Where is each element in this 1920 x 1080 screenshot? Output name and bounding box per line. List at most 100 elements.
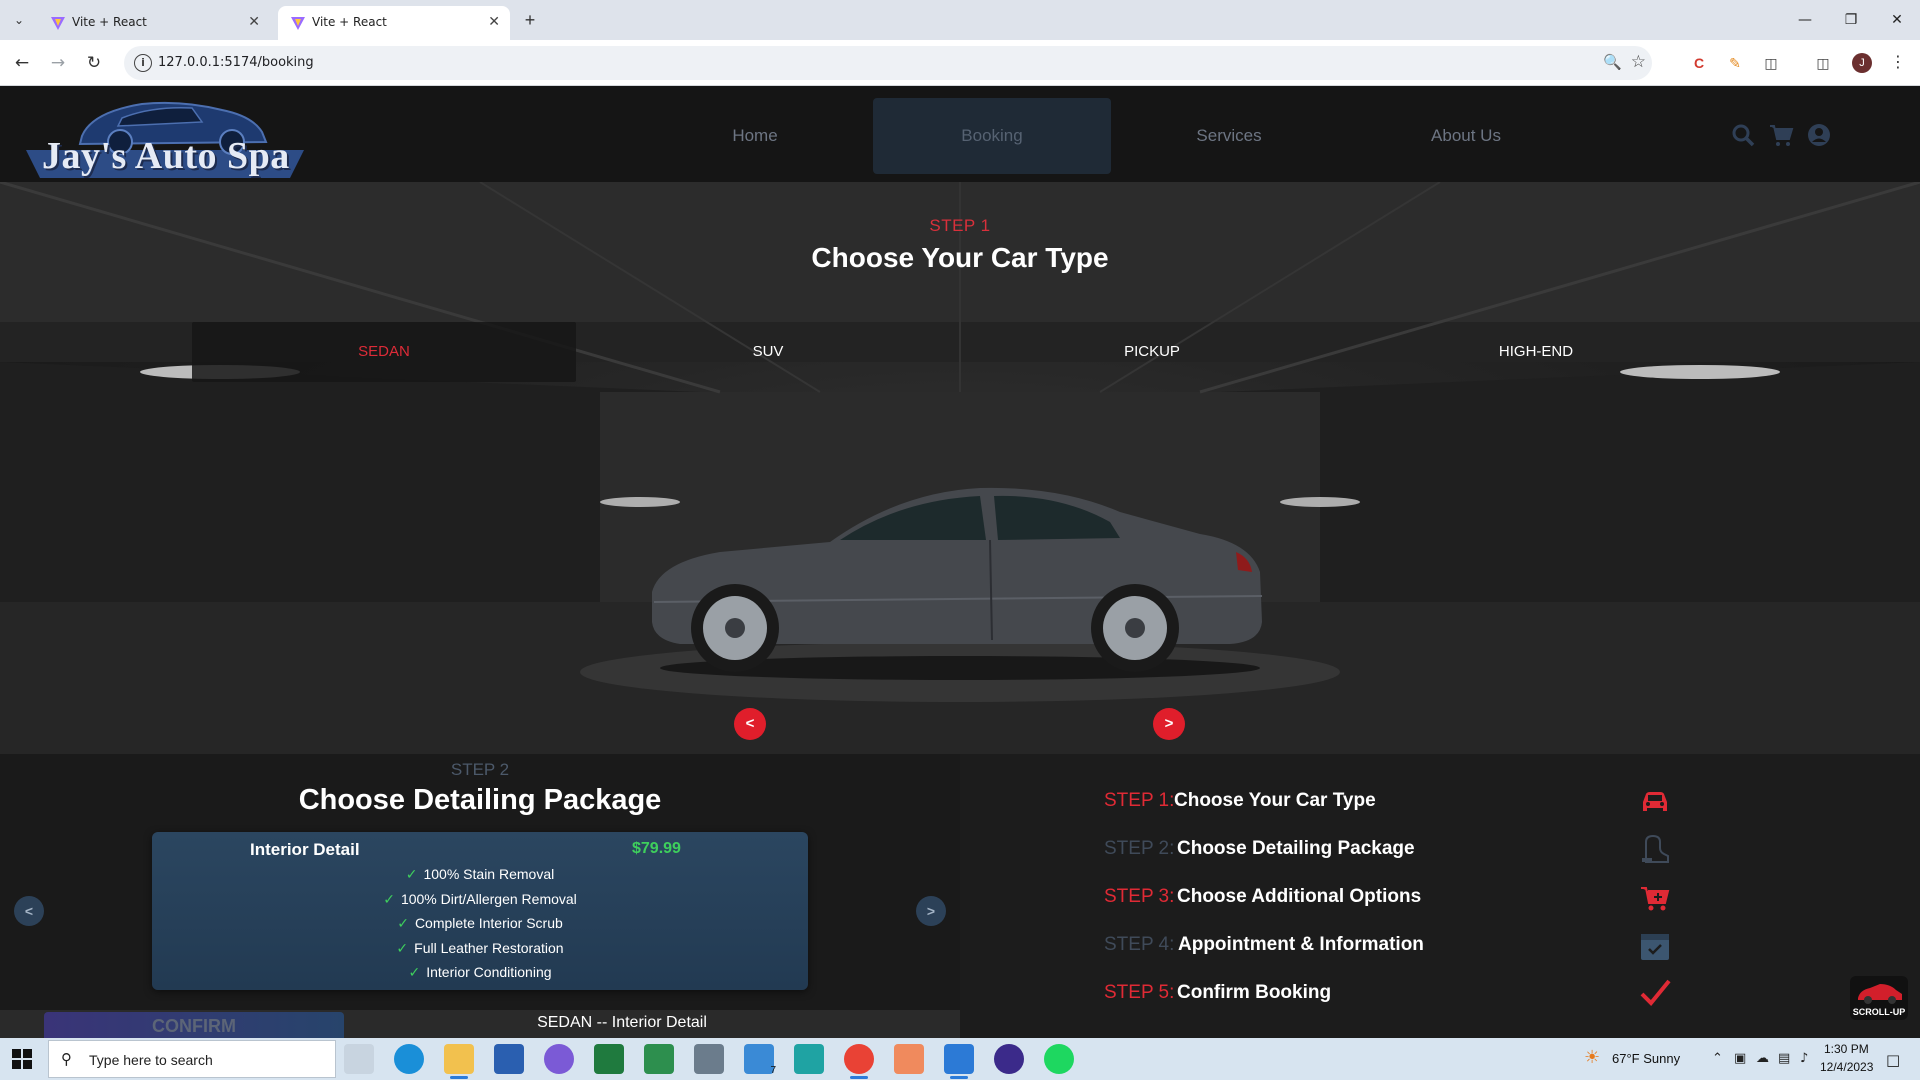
tab-close-icon[interactable]: ✕: [248, 13, 260, 30]
user-account-icon[interactable]: [1806, 122, 1832, 148]
step2-label: STEP 2: [450, 760, 510, 779]
site-info-icon[interactable]: i: [134, 54, 152, 72]
task-view-icon[interactable]: [344, 1044, 374, 1074]
step-row-2: STEP 2: Choose Detailing Package: [1104, 832, 1744, 866]
chevron-up-icon[interactable]: ⌃: [1712, 1051, 1723, 1066]
steps-panel: STEP 1: Choose Your Car Type STEP 2: Cho…: [960, 754, 1920, 1038]
nav-services[interactable]: Services: [1110, 98, 1348, 174]
check-icon: ✓: [396, 940, 409, 957]
extensions-puzzle-icon[interactable]: ◫: [1760, 52, 1782, 74]
microsoft-store-icon[interactable]: [494, 1044, 524, 1074]
teal-app-icon[interactable]: [794, 1044, 824, 1074]
notification-icon[interactable]: □: [1886, 1051, 1900, 1069]
excel-icon[interactable]: [594, 1044, 624, 1074]
feature-item: ✓ Complete Interior Scrub: [397, 915, 563, 932]
calendar-check-icon: [1641, 934, 1669, 960]
tab-search-icon[interactable]: ⌄: [8, 9, 30, 31]
color-picker-extension-icon[interactable]: ✎: [1724, 52, 1746, 74]
bookmark-star-icon[interactable]: ☆: [1631, 52, 1646, 72]
next-car-type-button[interactable]: >: [1153, 708, 1185, 740]
car-type-hero: STEP 1 Choose Your Car Type SEDAN SUV PI…: [0, 182, 1920, 754]
weather-sun-icon[interactable]: ☀: [1584, 1047, 1600, 1068]
car-type-suv[interactable]: SUV: [576, 322, 960, 382]
nav-about-us[interactable]: About Us: [1347, 98, 1585, 174]
browser-toolbar: ← → ↻ i 127.0.0.1:5174/booking 🔍 ☆ C ✎ ◫…: [0, 40, 1920, 86]
restore-icon[interactable]: ❐: [1828, 6, 1874, 34]
taskbar-search-box[interactable]: ⚲ Type here to search: [48, 1040, 336, 1078]
address-bar[interactable]: i 127.0.0.1:5174/booking 🔍 ☆: [124, 46, 1652, 80]
mail-icon[interactable]: 7: [744, 1044, 776, 1076]
forward-arrow-icon[interactable]: →: [46, 51, 70, 75]
weather-text[interactable]: 67°F Sunny: [1612, 1051, 1680, 1066]
figma-icon[interactable]: [894, 1044, 924, 1074]
extension-icon[interactable]: C: [1688, 52, 1710, 74]
chrome-icon[interactable]: [844, 1044, 874, 1079]
step-row-4: STEP 4: Appointment & Information: [1104, 928, 1744, 962]
minimize-icon[interactable]: —: [1782, 6, 1828, 34]
package-features: ✓ 100% Stain Removal ✓ 100% Dirt/Allergen …: [152, 866, 808, 989]
cart-icon[interactable]: [1768, 122, 1794, 148]
prev-car-type-button[interactable]: <: [734, 708, 766, 740]
check-icon: ✓: [383, 891, 395, 908]
vscode-icon[interactable]: [944, 1044, 974, 1079]
step1-label: STEP 1: [929, 216, 991, 235]
step-row-title: Choose Additional Options: [1177, 886, 1422, 907]
new-tab-button[interactable]: +: [518, 8, 542, 32]
site-logo[interactable]: Jay's Auto Spa: [22, 92, 308, 178]
feature-item: ✓ 100% Stain Removal: [405, 866, 555, 883]
edge-browser-icon[interactable]: [394, 1044, 424, 1074]
copilot-icon[interactable]: [544, 1044, 574, 1074]
sedan-car-image: [652, 487, 1263, 680]
step-row-5: STEP 5: Confirm Booking: [1104, 976, 1744, 1010]
profile-avatar[interactable]: J: [1852, 53, 1872, 73]
side-panel-icon[interactable]: ◫: [1812, 52, 1834, 74]
scroll-up-button[interactable]: SCROLL-UP: [1850, 976, 1908, 1020]
step-row-title: Confirm Booking: [1177, 982, 1332, 1003]
windows-taskbar: ⚲ Type here to search 7 ☀ 67°F Sunny ⌃ ▣…: [0, 1038, 1920, 1080]
car-type-pickup[interactable]: PICKUP: [960, 322, 1344, 382]
tray-app-icon[interactable]: ▣: [1734, 1051, 1746, 1066]
vacuum-icon: [1642, 834, 1669, 863]
moon-app-icon[interactable]: [994, 1044, 1024, 1074]
reload-icon[interactable]: ↻: [82, 51, 106, 75]
check-icon: ✓: [405, 867, 418, 883]
spreadsheet-app-icon[interactable]: [644, 1044, 674, 1074]
car-type-high-end[interactable]: HIGH-END: [1344, 322, 1728, 382]
back-arrow-icon[interactable]: ←: [10, 51, 34, 75]
calculator-icon[interactable]: [694, 1044, 724, 1074]
browser-tab[interactable]: Vite + React ✕: [38, 6, 270, 40]
tab-close-icon[interactable]: ✕: [488, 13, 500, 30]
step-row-title: Choose Your Car Type: [1174, 790, 1376, 811]
prev-package-button[interactable]: <: [14, 896, 44, 926]
search-icon[interactable]: [1730, 122, 1756, 148]
file-explorer-icon[interactable]: [444, 1044, 474, 1079]
step-row-label: STEP 4:: [1104, 934, 1175, 955]
logo-text: Jay's Auto Spa: [42, 135, 290, 177]
volume-icon[interactable]: ♪: [1800, 1051, 1808, 1066]
network-icon[interactable]: ▤: [1778, 1051, 1790, 1066]
confirm-button[interactable]: CONFIRM: [44, 1012, 344, 1038]
car-type-sedan[interactable]: SEDAN: [192, 322, 576, 382]
next-package-button[interactable]: >: [916, 896, 946, 926]
step-row-title: Appointment & Information: [1178, 934, 1424, 955]
check-icon: ✓: [408, 965, 421, 981]
nav-home[interactable]: Home: [636, 98, 874, 174]
step-row-1: STEP 1: Choose Your Car Type: [1104, 784, 1744, 818]
red-car-icon: [1858, 984, 1902, 1004]
url-text[interactable]: 127.0.0.1:5174/booking: [158, 55, 314, 70]
browser-tab-active[interactable]: Vite + React ✕: [278, 6, 510, 40]
onedrive-icon[interactable]: ☁: [1756, 1051, 1769, 1066]
clock-time[interactable]: 1:30 PM: [1824, 1042, 1869, 1056]
selection-summary: SEDAN -- Interior Detail: [537, 1014, 707, 1031]
step-row-label: STEP 5:: [1104, 982, 1175, 1003]
site-header: Jay's Auto Spa Home Booking Services Abo…: [0, 86, 1920, 182]
feature-item: ✓ Full Leather Restoration: [396, 939, 564, 957]
clock-date[interactable]: 12/4/2023: [1820, 1060, 1873, 1074]
zoom-icon[interactable]: 🔍: [1603, 53, 1622, 71]
nav-booking[interactable]: Booking: [873, 98, 1111, 174]
windows-start-icon[interactable]: [12, 1049, 32, 1069]
spotify-icon[interactable]: [1044, 1044, 1074, 1074]
window-close-icon[interactable]: ✕: [1874, 6, 1920, 34]
browser-menu-icon[interactable]: ⋮: [1890, 52, 1906, 72]
package-card[interactable]: Interior Detail $79.99 ✓ 100% Stain Remov…: [152, 832, 808, 990]
